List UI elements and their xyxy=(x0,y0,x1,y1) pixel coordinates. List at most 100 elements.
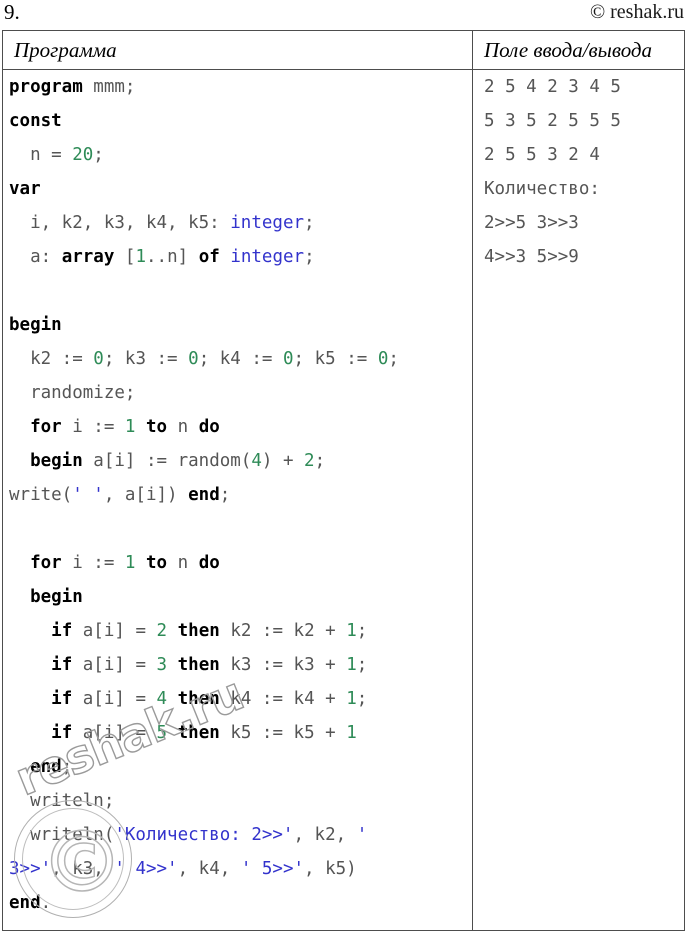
code-line: var xyxy=(3,172,472,206)
code-token-pln: ; k4 := xyxy=(198,349,283,369)
code-token-kw: for xyxy=(30,417,62,437)
code-token-kw: then xyxy=(177,621,220,641)
code-line: if a[i] = 2 then k2 := k2 + 1; xyxy=(3,614,472,648)
code-token-pln: i := xyxy=(61,417,125,437)
code-token-kw: then xyxy=(177,689,220,709)
code-token-pln xyxy=(167,621,178,641)
code-line: for i := 1 to n do xyxy=(3,546,472,580)
output-line: Количество: xyxy=(484,179,600,199)
code-token-pln xyxy=(9,587,30,607)
code-token-pln: ; xyxy=(93,145,104,165)
code-token-pln xyxy=(9,451,30,471)
code-token-pln: k2 := k2 + xyxy=(219,621,347,641)
code-token-kw: begin xyxy=(9,315,62,335)
code-token-pln: a[i] = xyxy=(72,655,157,675)
code-token-kw: var xyxy=(9,179,41,199)
code-token-pln: ; xyxy=(356,689,368,709)
code-line: writeln('Количество: 2>>', k2, ' xyxy=(3,818,472,852)
code-token-pln xyxy=(9,621,51,641)
code-token-pln: k5 := k5 + xyxy=(219,723,347,743)
code-token-pln: a[i] = xyxy=(72,621,157,641)
code-line: if a[i] = 4 then k4 := k4 + 1; xyxy=(3,682,472,716)
code-token-pln: writeln; xyxy=(9,791,115,811)
code-token-num: 20 xyxy=(72,145,94,165)
code-token-pln: a: xyxy=(9,247,62,267)
code-token-pln: k2 := xyxy=(9,349,94,369)
code-token-pln: ; xyxy=(356,621,368,641)
code-token-str: ' 4>>' xyxy=(114,859,178,879)
code-token-pln xyxy=(167,723,178,743)
code-token-num: 0 xyxy=(188,349,199,369)
code-token-num: 0 xyxy=(282,349,294,369)
code-token-typ: integer xyxy=(230,247,305,267)
code-token-kw: end xyxy=(188,485,220,505)
code-line: k2 := 0; k3 := 0; k4 := 0; k5 := 0; xyxy=(3,342,472,376)
code-token-pln: mmm; xyxy=(82,77,136,97)
code-token-num: 1 xyxy=(124,417,136,437)
code-token-pln: a[i] = xyxy=(72,723,157,743)
column-header-output: Поле ввода/вывода xyxy=(484,38,653,62)
code-token-kw: if xyxy=(51,689,73,709)
code-token-pln: k4 := k4 + xyxy=(219,689,347,709)
code-line: a: array [1..n] of integer; xyxy=(3,240,472,274)
code-token-kw: then xyxy=(177,723,220,743)
code-line: randomize; xyxy=(3,376,472,410)
program-output-table: Программа Поле ввода/вывода program mmm;… xyxy=(2,30,685,931)
code-token-pln: n xyxy=(167,553,199,573)
code-token-pln xyxy=(9,757,30,777)
code-token-pln: , k4, xyxy=(177,859,241,879)
code-token-num: 1 xyxy=(124,553,136,573)
code-token-str: ' xyxy=(356,825,368,845)
code-token-num: 1 xyxy=(346,723,357,743)
code-token-num: 0 xyxy=(93,349,104,369)
code-token-kw: to xyxy=(146,417,168,437)
code-token-pln: . xyxy=(40,893,52,913)
code-token-pln xyxy=(167,655,178,675)
code-token-num: 1 xyxy=(346,689,357,709)
code-token-pln: ..n] xyxy=(146,247,199,267)
code-line: n = 20; xyxy=(3,138,472,172)
code-token-kw: end xyxy=(30,757,62,777)
code-token-str: 'Количество: 2>>' xyxy=(114,825,294,845)
output-line: 5 3 5 2 5 5 5 xyxy=(484,111,621,131)
page-header: 9. © reshak.ru xyxy=(0,0,687,26)
code-token-num: 3 xyxy=(156,655,168,675)
code-line: end. xyxy=(3,886,472,920)
code-token-kw: do xyxy=(198,417,220,437)
code-token-pln: n xyxy=(167,417,199,437)
code-token-num: 4 xyxy=(251,451,262,471)
output-line: 2 5 5 3 2 4 xyxy=(484,145,600,165)
code-token-kw: if xyxy=(51,621,73,641)
code-line: writeln; xyxy=(3,784,472,818)
code-line: write(' ', a[i]) end; xyxy=(3,478,472,512)
code-line: end; xyxy=(3,750,472,784)
code-token-num: 5 xyxy=(156,723,168,743)
code-token-pln: randomize; xyxy=(9,383,136,403)
code-token-pln: ; xyxy=(219,485,231,505)
code-token-pln: ; xyxy=(61,757,73,777)
code-token-pln: n = xyxy=(9,145,73,165)
code-token-pln: ; xyxy=(304,247,315,267)
code-token-pln: i, k2, k3, k4, k5: xyxy=(9,213,231,233)
code-token-pln: , a[i]) xyxy=(103,485,189,505)
code-token-kw: end xyxy=(9,893,41,913)
code-token-typ: integer xyxy=(230,213,305,233)
column-header-program: Программа xyxy=(14,38,117,62)
code-token-pln xyxy=(9,723,51,743)
code-token-pln xyxy=(9,655,51,675)
code-line: if a[i] = 3 then k3 := k3 + 1; xyxy=(3,648,472,682)
code-token-pln: ; k5 := xyxy=(293,349,378,369)
code-line: begin xyxy=(3,308,472,342)
code-token-pln: ; xyxy=(388,349,399,369)
code-token-kw: if xyxy=(51,655,73,675)
problem-number: 9. xyxy=(4,0,20,24)
code-token-pln: [ xyxy=(114,247,136,267)
code-token-num: 4 xyxy=(156,689,168,709)
code-line: begin a[i] := random(4) + 2; xyxy=(3,444,472,478)
code-token-kw: then xyxy=(177,655,220,675)
code-token-pln xyxy=(9,689,51,709)
code-token-pln xyxy=(167,689,178,709)
code-line: if a[i] = 5 then k5 := k5 + 1 xyxy=(3,716,472,750)
copyright-notice: © reshak.ru xyxy=(589,1,684,23)
code-token-str: 3>>' xyxy=(9,859,52,879)
